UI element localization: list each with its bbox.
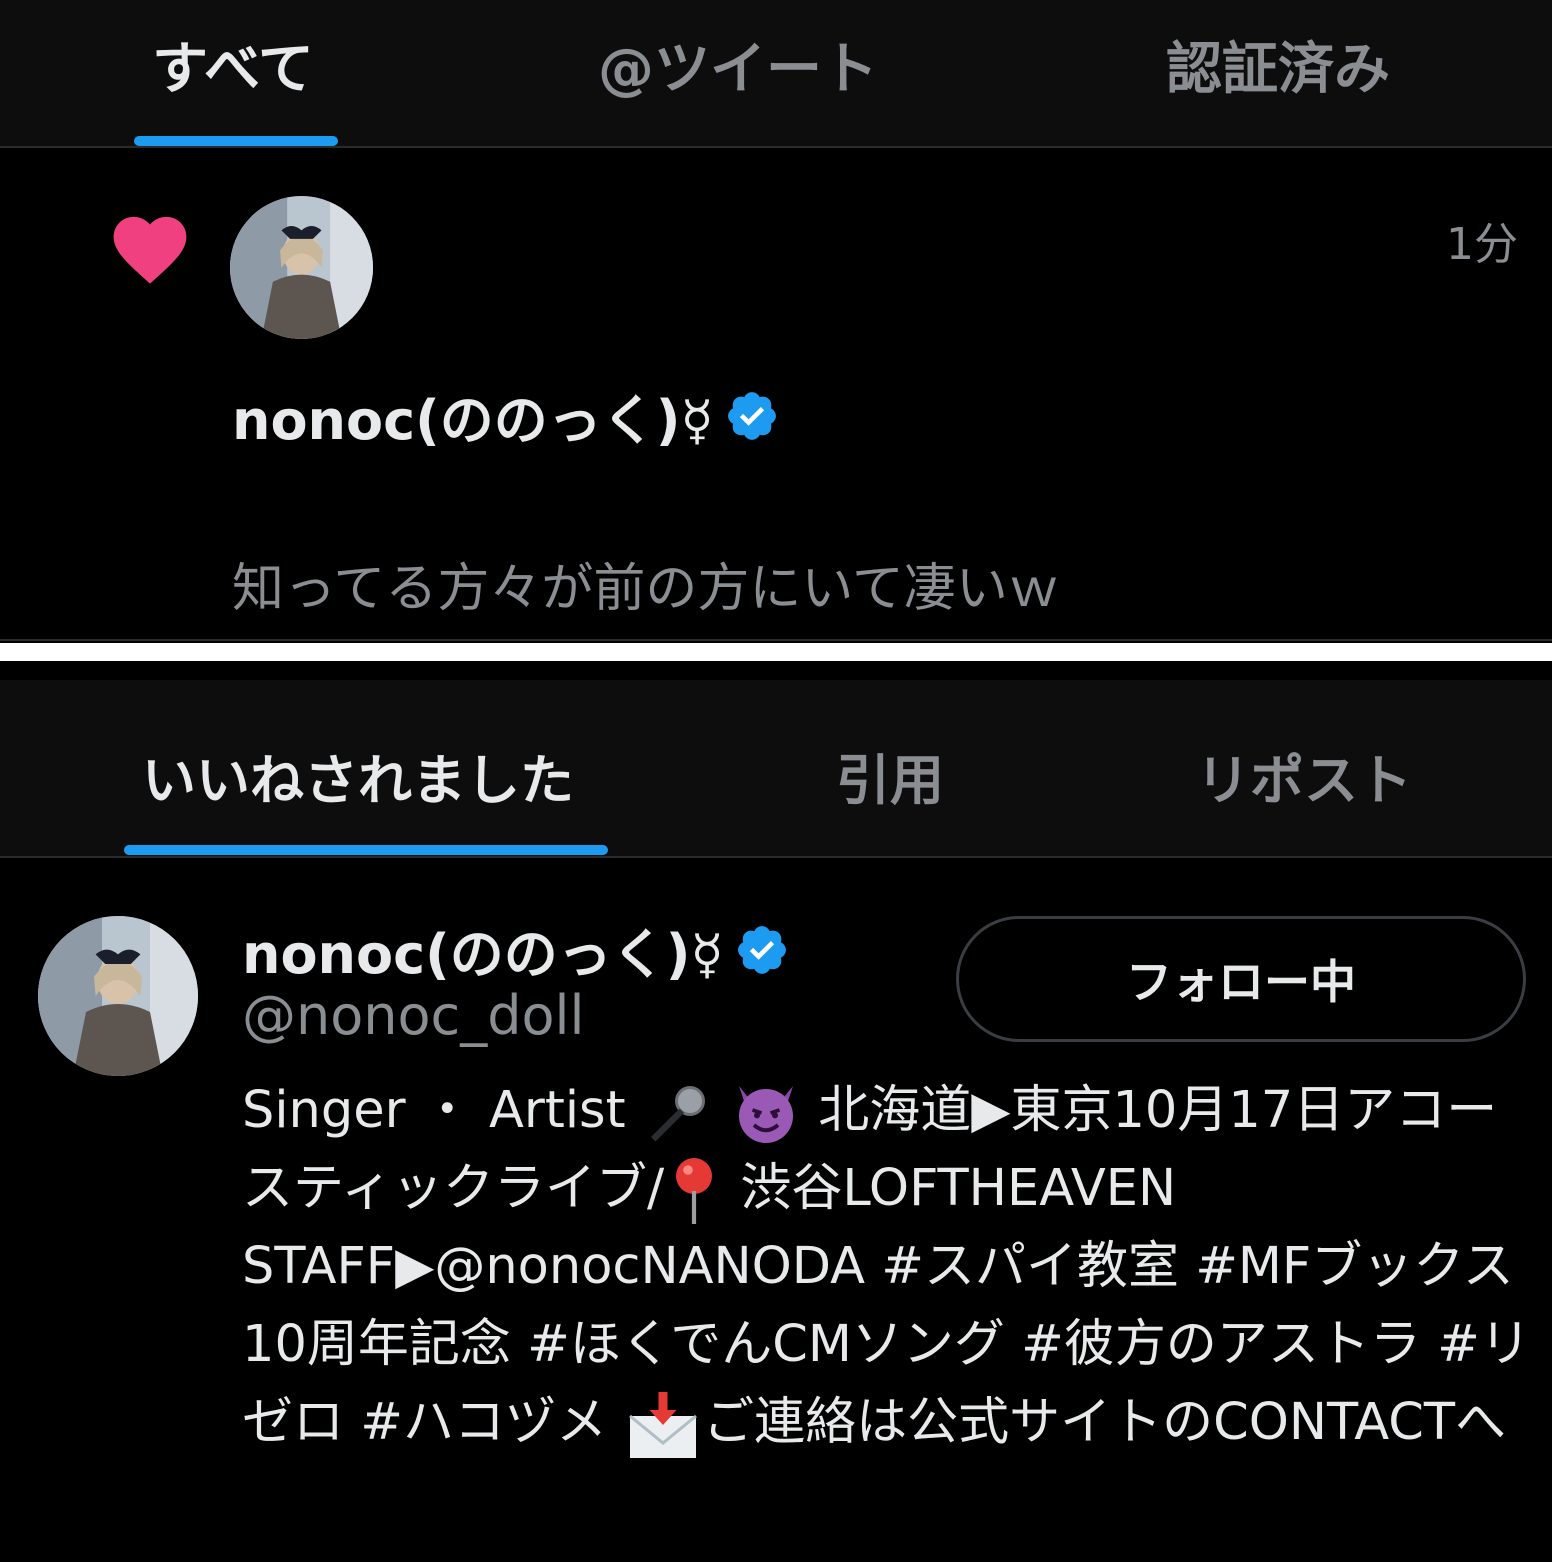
tab-quotes[interactable]: 引用 <box>836 736 944 815</box>
microphone-icon <box>650 1086 705 1142</box>
liked-post-text: 知ってる方々が前の方にいて凄いｗ <box>232 559 1060 619</box>
verified-badge-icon <box>737 925 786 974</box>
avatar[interactable] <box>230 196 373 339</box>
pushpin-icon <box>676 1158 713 1224</box>
following-button[interactable]: フォロー中 <box>956 916 1526 1042</box>
heart-icon <box>113 216 187 284</box>
active-tab-indicator <box>124 845 608 855</box>
tab-mentions[interactable]: @ツイート <box>598 24 878 105</box>
profile-avatar[interactable] <box>38 916 198 1076</box>
verified-badge-icon <box>727 391 776 440</box>
profile-bio: Singer ・ Artist 北海道▶東京10月17日アコースティックライブ/… <box>242 1072 1532 1462</box>
tab-reposts[interactable]: リポスト <box>1196 736 1412 815</box>
bio-text-5: ご連絡は公式サイトのCONTACTへ <box>703 1393 1507 1452</box>
tab-verified[interactable]: 認証済み <box>1166 24 1390 105</box>
bio-text-2 <box>714 1081 730 1140</box>
user-name: nonoc(ののっく)☿ <box>232 389 714 452</box>
notification-user[interactable]: nonoc(ののっく)☿ <box>232 376 780 455</box>
envelope-with-arrow-icon <box>629 1392 698 1458</box>
notifications-tabbar: すべて @ツイート 認証済み <box>0 0 1552 148</box>
tab-liked-by[interactable]: いいねされました <box>142 736 574 815</box>
bio-text-1: Singer ・ Artist <box>242 1081 642 1140</box>
active-tab-indicator <box>134 136 338 146</box>
profile-name: nonoc(ののっく)☿ <box>242 923 724 986</box>
profile-handle[interactable]: @nonoc_doll <box>242 984 585 1047</box>
notification-time: 1分 <box>1446 219 1518 270</box>
notifications-panel: すべて @ツイート 認証済み 1分 nonoc(ののっく)☿ 知ってる方々が前の… <box>0 0 1552 643</box>
smiling-devil-icon <box>739 1086 794 1143</box>
tab-all[interactable]: すべて <box>152 24 314 105</box>
screenshot-divider <box>0 643 1552 661</box>
profile-name-row[interactable]: nonoc(ののっく)☿ <box>242 910 790 989</box>
